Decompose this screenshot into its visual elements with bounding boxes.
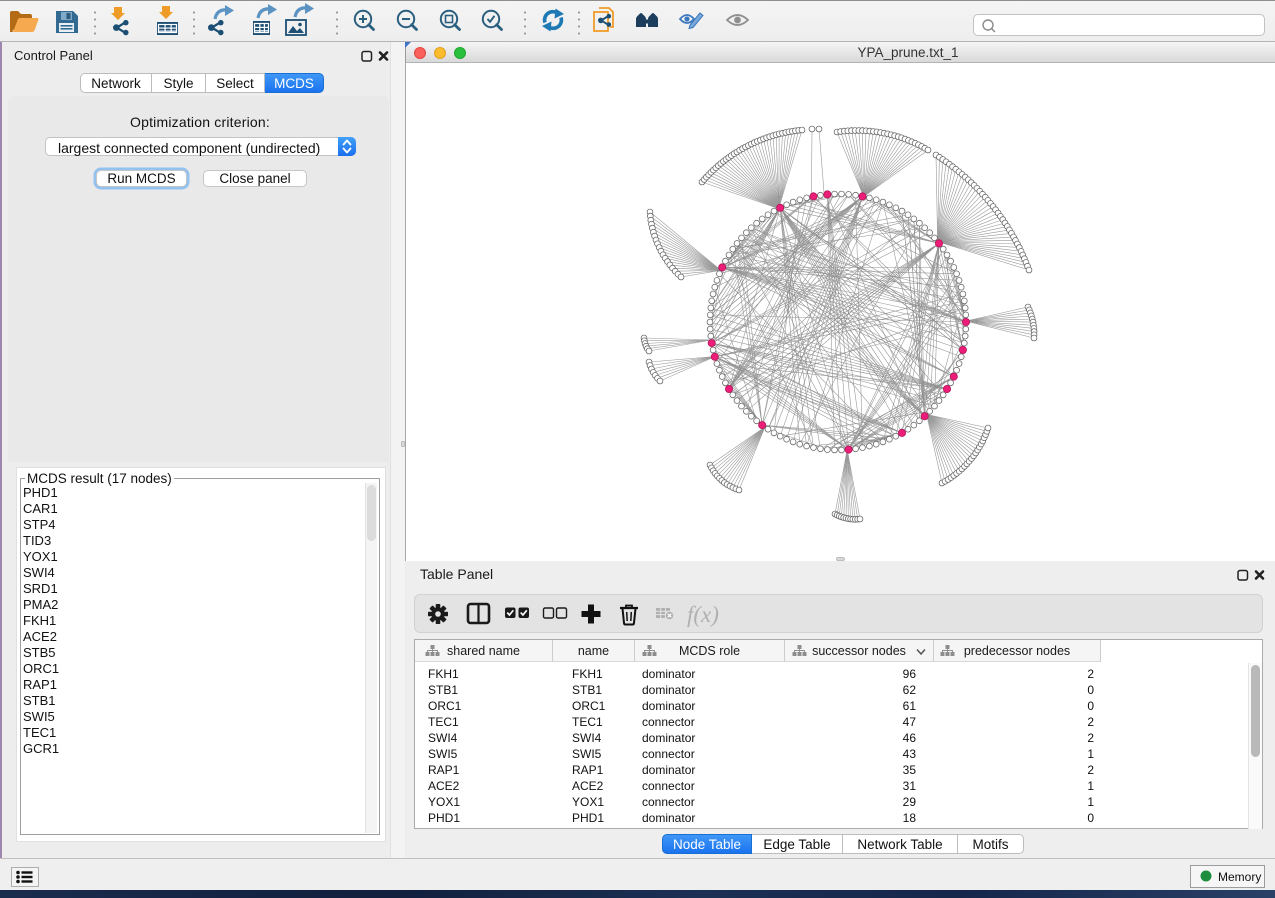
svg-text:f(x): f(x) xyxy=(687,602,719,627)
